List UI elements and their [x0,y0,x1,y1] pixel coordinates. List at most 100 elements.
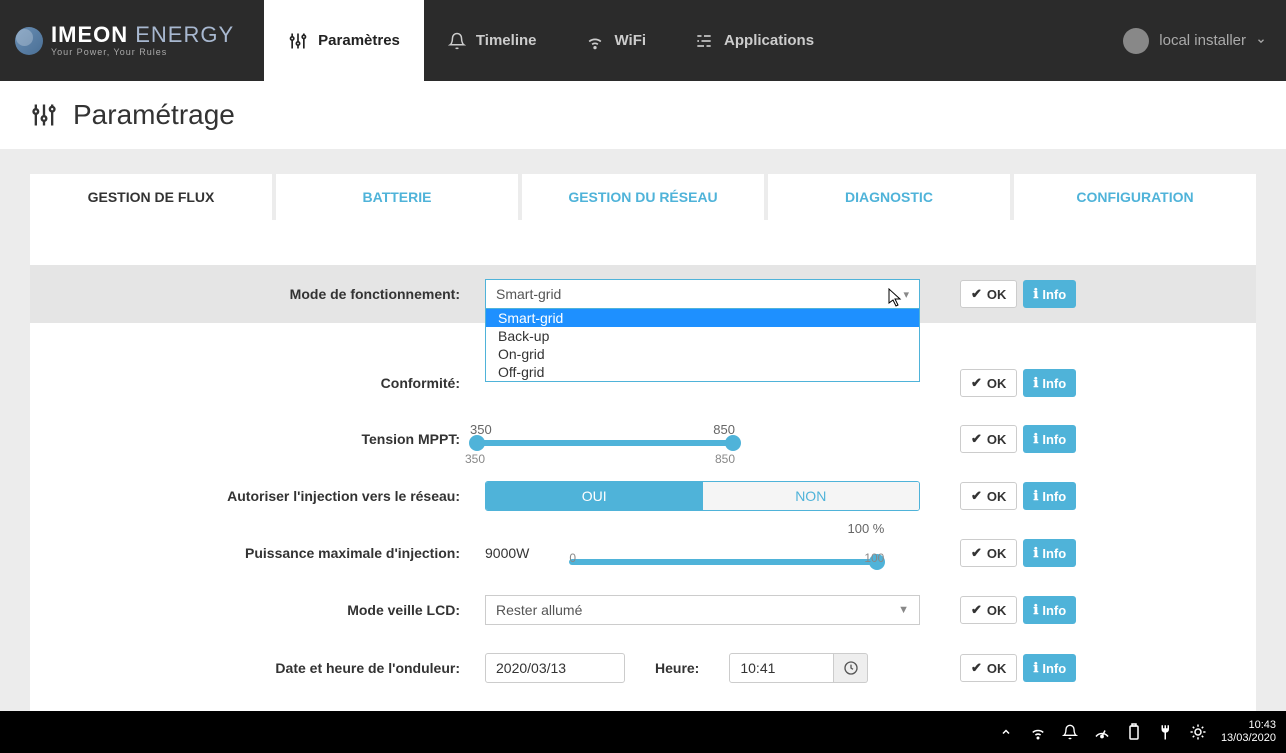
info-icon: ℹ [1033,545,1038,561]
info-button-mode[interactable]: ℹ Info [1023,280,1076,308]
nav-applications[interactable]: Applications [670,0,838,81]
info-button-injection[interactable]: ℹ Info [1023,482,1076,510]
label-mppt: Tension MPPT: [30,431,470,447]
injection-oui[interactable]: OUI [486,482,703,510]
clock-icon [843,660,859,676]
mppt-slider[interactable]: 350 850 350 850 [475,440,755,446]
mode-option-offgrid[interactable]: Off-grid [486,363,919,381]
tray-clock[interactable]: 10:43 13/03/2020 [1221,719,1276,745]
tray-plug-icon[interactable] [1157,723,1175,741]
info-label: Info [1042,603,1066,618]
mode-dropdown: Smart-grid Back-up On-grid Off-grid [485,309,920,382]
info-button-datetime[interactable]: ℹInfo [1023,654,1076,682]
logo-text: IMEON ENERGY Your Power, Your Rules [51,24,234,57]
nav-applications-label: Applications [724,32,814,49]
info-button-mppt[interactable]: ℹInfo [1023,425,1076,453]
date-input[interactable] [485,653,625,683]
tray-brightness-icon[interactable] [1189,723,1207,741]
settings-panel: Mode de fonctionnement: Smart-grid ▾ Sma… [30,220,1256,727]
mppt-high-bottom: 850 [715,452,735,466]
main-area: GESTION DE FLUX BATTERIE GESTION DU RÉSE… [0,149,1286,729]
tray-date-value: 13/03/2020 [1221,732,1276,745]
check-icon: ✔ [971,602,982,618]
ok-button-mppt[interactable]: ✔OK [960,425,1017,453]
time-input[interactable] [729,653,834,683]
label-pmax: Puissance maximale d'injection: [30,545,470,561]
ok-button-lcd[interactable]: ✔ OK [960,596,1017,624]
wifi-icon [585,31,605,51]
ok-label: OK [987,287,1007,302]
tray-wifi-icon[interactable] [1029,723,1047,741]
ok-label: OK [987,489,1007,504]
mppt-handle-high[interactable] [725,435,741,451]
nav-wifi[interactable]: WiFi [561,0,671,81]
logo-icon [15,27,43,55]
tab-diagnostic[interactable]: DIAGNOSTIC [768,174,1010,220]
ok-label: OK [987,603,1007,618]
brand-logo[interactable]: IMEON ENERGY Your Power, Your Rules [0,24,249,57]
label-conformite: Conformité: [30,375,470,391]
row-mppt: Tension MPPT: 350 850 350 850 ✔OK ℹInfo [30,411,1256,467]
tab-gestion-reseau[interactable]: GESTION DU RÉSEAU [522,174,764,220]
lcd-select[interactable]: Rester allumé ▼ [485,595,920,625]
ok-button-pmax[interactable]: ✔ OK [960,539,1017,567]
mode-option-ongrid[interactable]: On-grid [486,345,919,363]
apps-icon [694,31,714,51]
ok-button-mode[interactable]: ✔ OK [960,280,1017,308]
brand-main2: ENERGY [135,22,234,47]
tray-gauge-icon[interactable] [1093,723,1111,741]
top-navbar: IMEON ENERGY Your Power, Your Rules Para… [0,0,1286,81]
info-icon: ℹ [1033,286,1038,302]
mode-select[interactable]: Smart-grid ▾ [485,279,920,309]
check-icon: ✔ [971,286,982,302]
bell-icon [448,32,466,50]
clock-button[interactable] [834,653,868,683]
injection-toggle: OUI NON [485,481,920,511]
label-datetime: Date et heure de l'onduleur: [30,660,470,676]
check-icon: ✔ [971,375,982,391]
info-label: Info [1042,376,1066,391]
tray-bell-icon[interactable] [1061,724,1079,740]
row-lcd: Mode veille LCD: Rester allumé ▼ ✔OK ℹIn… [30,581,1256,639]
ok-button-conformite[interactable]: ✔ OK [960,369,1017,397]
tray-battery-icon[interactable] [1125,723,1143,741]
pmax-slider[interactable]: 100 % 0 100 [569,541,879,565]
info-label: Info [1042,287,1066,302]
info-icon: ℹ [1033,431,1038,447]
info-button-pmax[interactable]: ℹInfo [1023,539,1076,567]
info-button-conformite[interactable]: ℹ Info [1023,369,1076,397]
mode-option-smartgrid[interactable]: Smart-grid [486,309,919,327]
tab-gestion-flux[interactable]: GESTION DE FLUX [30,174,272,220]
mppt-handle-low[interactable] [469,435,485,451]
info-label: Info [1042,489,1066,504]
info-button-lcd[interactable]: ℹInfo [1023,596,1076,624]
pmax-percent: 100 % [847,521,884,536]
ok-label: OK [987,432,1007,447]
avatar [1123,28,1149,54]
info-icon: ℹ [1033,375,1038,391]
ok-label: OK [987,546,1007,561]
tray-overflow-icon[interactable] [997,726,1015,738]
check-icon: ✔ [971,545,982,561]
nav-timeline[interactable]: Timeline [424,0,561,81]
ok-button-datetime[interactable]: ✔OK [960,654,1017,682]
sliders-icon [288,31,308,51]
brand-main1: IMEON [51,22,128,47]
os-taskbar: 10:43 13/03/2020 [0,711,1286,753]
row-pmax: Puissance maximale d'injection: 9000W 10… [30,525,1256,581]
info-icon: ℹ [1033,488,1038,504]
user-name: local installer [1159,32,1246,49]
nav-parametres-label: Paramètres [318,32,400,49]
caret-down-icon: ▾ [903,288,909,301]
nav-parametres[interactable]: Paramètres [264,0,424,81]
injection-non[interactable]: NON [703,482,920,510]
pmax-max: 100 [864,551,884,565]
tab-batterie[interactable]: BATTERIE [276,174,518,220]
tab-configuration[interactable]: CONFIGURATION [1014,174,1256,220]
ok-label: OK [987,376,1007,391]
mode-option-backup[interactable]: Back-up [486,327,919,345]
user-menu[interactable]: local installer [1123,28,1266,54]
ok-button-injection[interactable]: ✔OK [960,482,1017,510]
tabs-row: GESTION DE FLUX BATTERIE GESTION DU RÉSE… [30,174,1256,220]
caret-down-icon: ▼ [898,604,909,616]
